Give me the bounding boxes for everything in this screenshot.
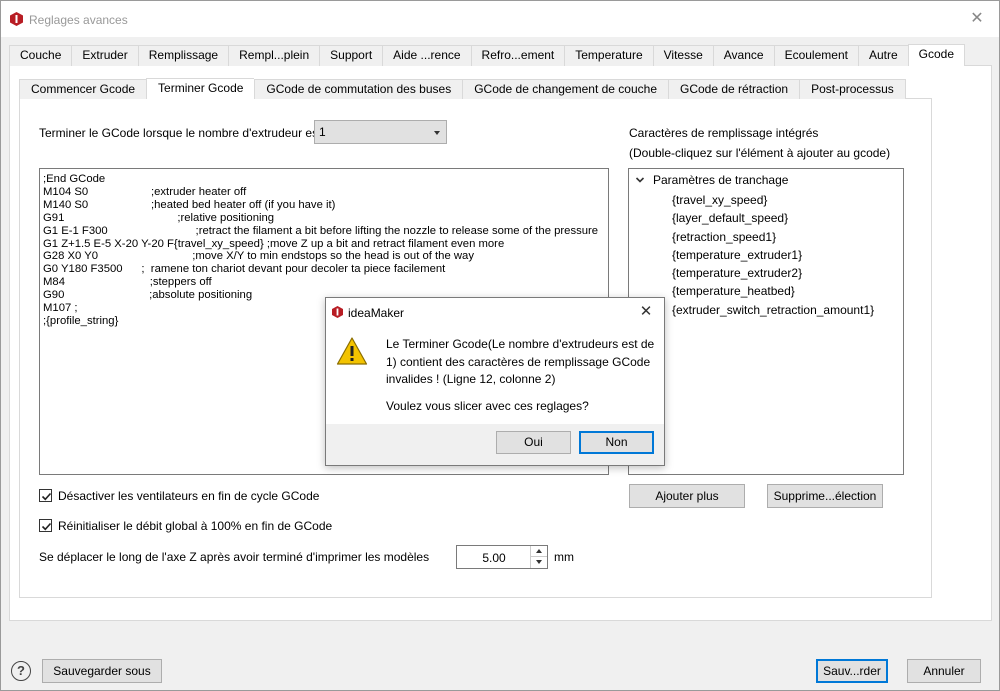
dialog-question: Voulez vous slicer avec ces reglages? xyxy=(386,399,589,413)
z-move-unit: mm xyxy=(554,550,574,564)
tab-remplissage-plein[interactable]: Rempl...plein xyxy=(228,45,320,66)
gcode-line: G1 Z+1.5 E-5 X-20 Y-20 F{travel_xy_speed… xyxy=(43,237,505,250)
extruder-count-value: 1 xyxy=(319,125,326,139)
stepper-up-button[interactable] xyxy=(531,546,547,557)
tab-support[interactable]: Support xyxy=(319,45,383,66)
gcode-line: ;End GCode xyxy=(43,173,106,185)
subtab-commutation-buses[interactable]: GCode de commutation des buses xyxy=(254,79,463,99)
no-button[interactable]: Non xyxy=(579,431,654,454)
cancel-button[interactable]: Annuler xyxy=(907,659,981,683)
tree-item[interactable]: {temperature_extruder2} xyxy=(672,264,874,282)
arrow-down-icon xyxy=(536,560,542,564)
window-title: Reglages avances xyxy=(29,13,128,27)
app-logo-icon xyxy=(10,12,23,26)
add-more-button[interactable]: Ajouter plus xyxy=(629,484,745,508)
tree-item[interactable]: {travel_xy_speed} xyxy=(672,191,874,209)
checkmark-icon xyxy=(41,492,52,501)
z-move-value: 5.00 xyxy=(482,551,506,565)
reset-flow-checkbox[interactable] xyxy=(39,519,52,532)
gcode-line: G1 E-1 F300 ;retract the filament a bit … xyxy=(43,224,599,237)
tree-group-label: Paramètres de tranchage xyxy=(653,173,789,187)
chevron-down-icon xyxy=(635,177,645,183)
sub-tab-bar: Commencer Gcode Terminer Gcode GCode de … xyxy=(19,78,906,99)
gcode-line: M84 ;steppers off xyxy=(43,276,212,289)
checkmark-icon xyxy=(41,522,52,531)
tab-vitesse[interactable]: Vitesse xyxy=(652,45,713,66)
tab-refroidissement[interactable]: Refro...ement xyxy=(470,45,565,66)
dropdown-arrow-icon xyxy=(434,131,440,135)
save-button[interactable]: Sauv...rder xyxy=(816,659,888,683)
yes-button[interactable]: Oui xyxy=(496,431,571,454)
help-icon[interactable]: ? xyxy=(11,661,31,681)
tree-item[interactable]: {retraction_speed1} xyxy=(672,228,874,246)
extruder-count-select[interactable]: 1 xyxy=(314,120,447,144)
warning-dialog: ideaMaker ✕ Le Terminer Gcode(Le nombre … xyxy=(325,297,665,466)
tree-item[interactable]: {temperature_extruder1} xyxy=(672,246,874,264)
subtab-retraction[interactable]: GCode de rétraction xyxy=(668,79,800,99)
placeholders-title: Caractères de remplissage intégrés xyxy=(629,126,819,140)
dialog-title-bar: ideaMaker ✕ xyxy=(326,298,664,326)
subtab-terminer-gcode[interactable]: Terminer Gcode xyxy=(146,78,255,99)
placeholders-hint: (Double-cliquez sur l'élément à ajouter … xyxy=(629,146,891,160)
close-icon[interactable]: ✕ xyxy=(636,302,656,322)
tab-avance[interactable]: Avance xyxy=(712,45,774,66)
gcode-line: G91 ;relative positioning xyxy=(43,211,275,224)
dialog-message: Le Terminer Gcode(Le nombre d'extrudeurs… xyxy=(386,337,655,386)
tab-temperature[interactable]: Temperature xyxy=(564,45,653,66)
subtab-commencer-gcode[interactable]: Commencer Gcode xyxy=(19,79,147,99)
z-move-stepper[interactable]: 5.00 xyxy=(456,545,548,569)
tab-ecoulement[interactable]: Ecoulement xyxy=(773,45,858,66)
gcode-line: M104 S0 ;extruder heater off xyxy=(43,185,247,198)
tab-extruder[interactable]: Extruder xyxy=(71,45,138,66)
app-logo-icon xyxy=(332,306,343,318)
gcode-line: G28 X0 Y0 ;move X/Y to min endstops so t… xyxy=(43,250,474,263)
subtab-post-processus[interactable]: Post-processus xyxy=(799,79,906,99)
tab-remplissage[interactable]: Remplissage xyxy=(137,45,229,66)
reset-flow-label: Réinitialiser le débit global à 100% en … xyxy=(58,519,333,533)
gcode-line: G0 Y180 F3500 ; ramene ton chariot devan… xyxy=(43,263,446,276)
delete-selection-button[interactable]: Supprime...élection xyxy=(767,484,883,508)
warning-icon xyxy=(336,337,368,365)
fans-off-label: Désactiver les ventilateurs en fin de cy… xyxy=(58,489,320,503)
tree-item[interactable]: {extruder_switch_retraction_amount1} xyxy=(672,301,874,319)
tree-group-slicing-params[interactable]: Paramètres de tranchage xyxy=(635,173,788,187)
tree-item[interactable]: {layer_default_speed} xyxy=(672,209,874,227)
stepper-down-button[interactable] xyxy=(531,557,547,568)
main-tab-bar: Couche Extruder Remplissage Rempl...plei… xyxy=(9,44,965,66)
z-move-label: Se déplacer le long de l'axe Z après avo… xyxy=(39,550,430,564)
title-bar: Reglages avances ✕ xyxy=(1,1,999,37)
close-icon[interactable]: ✕ xyxy=(967,9,987,29)
tab-autre[interactable]: Autre xyxy=(857,45,908,66)
save-as-button[interactable]: Sauvegarder sous xyxy=(42,659,162,683)
fans-off-checkbox[interactable] xyxy=(39,489,52,502)
gcode-line: M140 S0 ;heated bed heater off (if you h… xyxy=(43,198,336,211)
dialog-button-bar: Oui Non xyxy=(326,424,664,465)
tree-item[interactable]: {temperature_heatbed} xyxy=(672,282,874,300)
tab-couche[interactable]: Couche xyxy=(9,45,72,66)
subtab-changement-couche[interactable]: GCode de changement de couche xyxy=(462,79,668,99)
arrow-up-icon xyxy=(536,549,542,553)
tab-aide-adherence[interactable]: Aide ...rence xyxy=(382,45,471,66)
placeholders-tree: Paramètres de tranchage {travel_xy_speed… xyxy=(628,168,904,475)
dialog-title: ideaMaker xyxy=(348,306,405,320)
extruder-count-label: Terminer le GCode lorsque le nombre d'ex… xyxy=(39,126,322,140)
settings-window: Reglages avances ✕ Couche Extruder Rempl… xyxy=(0,0,1000,691)
tab-gcode[interactable]: Gcode xyxy=(907,44,965,66)
